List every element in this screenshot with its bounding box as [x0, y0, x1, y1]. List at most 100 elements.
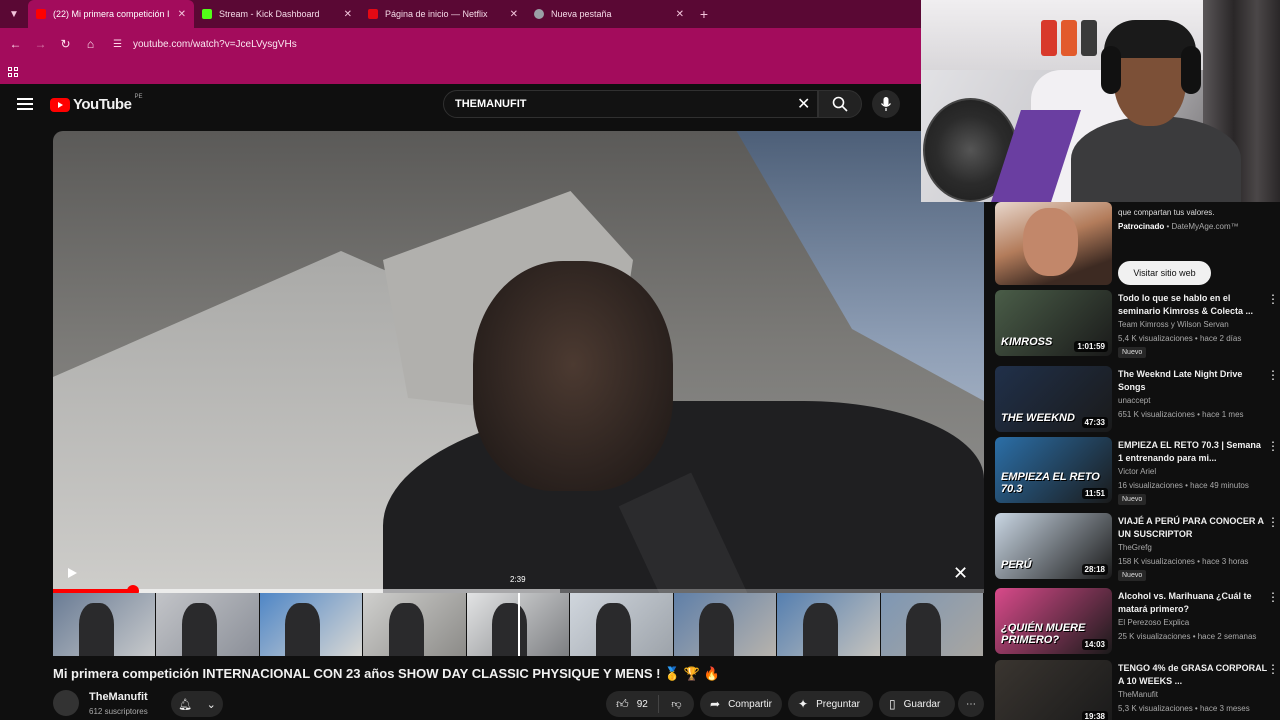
- site-settings-icon[interactable]: ☰: [113, 39, 133, 50]
- recommendation-item[interactable]: THE WEEKND 47:33 The Weeknd Late Night Dri…: [995, 366, 1280, 432]
- close-tab-icon[interactable]: ✕: [676, 9, 684, 20]
- sparkle-icon: ✦: [798, 697, 809, 711]
- more-vertical-icon[interactable]: ⋮: [1267, 368, 1279, 382]
- share-button[interactable]: ➦ Compartir: [700, 691, 782, 717]
- recommendation-meta: 651 K visualizaciones • hace 1 mes: [1118, 410, 1244, 419]
- recommendation-thumbnail[interactable]: PERÚ 28:18: [995, 513, 1112, 579]
- more-vertical-icon[interactable]: ⋮: [1267, 662, 1279, 676]
- webcam-headphone-right: [1181, 46, 1201, 94]
- save-label: Guardar: [903, 698, 941, 710]
- recommendation-channel[interactable]: TheGrefg: [1118, 543, 1152, 552]
- recommendation-item[interactable]: 19:38 TENGO 4% de GRASA CORPORAL A 10 WEE…: [995, 660, 1280, 720]
- new-tab-button[interactable]: +: [692, 6, 716, 22]
- channel-name[interactable]: TheManufit: [89, 691, 148, 703]
- recommendation-title[interactable]: Todo lo que se hablo en el seminario Kim…: [1118, 292, 1268, 318]
- home-icon[interactable]: ⌂: [78, 37, 103, 51]
- visit-site-button[interactable]: Visitar sitio web: [1118, 261, 1211, 285]
- webcam-streamer-body: [1071, 116, 1241, 202]
- back-arrow-icon[interactable]: ←: [3, 37, 28, 51]
- voice-search-button[interactable]: [872, 90, 900, 118]
- ask-button[interactable]: ✦ Preguntar: [788, 691, 873, 717]
- tab-title: Nueva pestaña: [551, 9, 612, 19]
- recommendation-title[interactable]: Alcohol vs. Marihuana ¿Cuál te matará pr…: [1118, 590, 1268, 616]
- logo-text: YouTube: [73, 96, 132, 113]
- close-tab-icon[interactable]: ✕: [178, 9, 186, 20]
- new-badge: Nuevo: [1118, 347, 1147, 358]
- more-vertical-icon[interactable]: ⋮: [1267, 515, 1279, 529]
- ad-sponsor: Patrocinado • DateMyAge.com™: [1118, 222, 1239, 231]
- recommendation-item[interactable]: PERÚ 28:18 VIAJÉ A PERÚ PARA CONOCER A UN …: [995, 513, 1280, 581]
- channel-avatar[interactable]: [53, 690, 79, 716]
- ad-thumbnail[interactable]: [995, 202, 1112, 285]
- close-tab-icon[interactable]: ✕: [510, 9, 518, 20]
- recommendation-thumbnail[interactable]: THE WEEKND 47:33: [995, 366, 1112, 432]
- video-player[interactable]: ✕ 2:39: [53, 131, 984, 656]
- tab-youtube[interactable]: (22) Mi primera competición I ✕: [28, 0, 194, 28]
- duration-badge: 47:33: [1081, 417, 1108, 428]
- save-button[interactable]: ▯ Guardar: [879, 691, 955, 717]
- search-button[interactable]: [818, 90, 862, 118]
- chevron-down-icon: ⌄: [206, 698, 216, 711]
- seek-thumbnail[interactable]: [777, 593, 881, 656]
- recommendation-title[interactable]: The Weeknd Late Night Drive Songs: [1118, 368, 1268, 394]
- recommendation-channel[interactable]: Victor Ariel: [1118, 467, 1156, 476]
- recommendation-channel[interactable]: Team Kimross y Wilson Servan: [1118, 320, 1229, 329]
- search-input[interactable]: THEMANUFIT: [443, 90, 818, 118]
- recommendation-thumbnail[interactable]: KIMROSS 1:01:59: [995, 290, 1112, 356]
- recommendation-title[interactable]: VIAJÉ A PERÚ PARA CONOCER A UN SUSCRIPTO…: [1118, 515, 1268, 541]
- recommendation-item[interactable]: KIMROSS 1:01:59 Todo lo que se hablo en el…: [995, 290, 1280, 358]
- play-icon[interactable]: [68, 568, 77, 578]
- seek-thumbnail[interactable]: [156, 593, 260, 656]
- recommendation-title[interactable]: TENGO 4% de GRASA CORPORAL A 10 WEEKS ..…: [1118, 662, 1268, 688]
- recommendation-channel[interactable]: El Perezoso Explica: [1118, 618, 1189, 627]
- close-preview-icon[interactable]: ✕: [953, 563, 968, 584]
- thumbnail-caption: KIMROSS: [1001, 336, 1053, 348]
- address-bar[interactable]: ☰ youtube.com/watch?v=JceLVysgVHs: [113, 32, 903, 56]
- recommendation-item[interactable]: ¿QUIÉN MUERE PRIMERO? 14:03 Alcohol vs. Ma…: [995, 588, 1280, 654]
- recommendation-thumbnail[interactable]: EMPIEZA EL RETO 70.3 11:51: [995, 437, 1112, 503]
- netflix-favicon-icon: [368, 9, 378, 19]
- bookmarks-bar: [0, 60, 921, 84]
- seek-thumbnail[interactable]: [570, 593, 674, 656]
- thumbnail-caption: PERÚ: [1001, 559, 1032, 571]
- subscriber-count: 612 suscriptores: [89, 707, 148, 716]
- recommendation-channel[interactable]: TheManufit: [1118, 690, 1158, 699]
- seek-position-marker: [518, 593, 520, 656]
- more-vertical-icon[interactable]: ⋮: [1267, 292, 1279, 306]
- share-label: Compartir: [728, 698, 772, 710]
- seek-thumbnail[interactable]: [53, 593, 157, 656]
- apps-grid-icon[interactable]: [8, 66, 19, 78]
- recommendation-thumbnail[interactable]: ¿QUIÉN MUERE PRIMERO? 14:03: [995, 588, 1112, 654]
- new-badge: Nuevo: [1118, 494, 1147, 505]
- tab-new[interactable]: Nueva pestaña ✕: [526, 0, 692, 28]
- webcam-shelf-item: [1081, 20, 1097, 56]
- seek-thumbnail[interactable]: [880, 593, 984, 656]
- forward-arrow-icon[interactable]: →: [28, 37, 53, 51]
- notifications-button[interactable]: 🔔︎ ⌄: [171, 691, 223, 717]
- youtube-logo[interactable]: YouTube PE: [50, 94, 142, 113]
- more-vertical-icon[interactable]: ⋮: [1267, 590, 1279, 604]
- more-actions-button[interactable]: ⋯: [958, 691, 984, 717]
- like-dislike-group: 👍︎ 92 👎︎: [606, 691, 694, 717]
- more-vertical-icon[interactable]: ⋮: [1267, 439, 1279, 453]
- search-icon: [832, 96, 848, 112]
- close-tab-icon[interactable]: ✕: [344, 9, 352, 20]
- recommendation-thumbnail[interactable]: 19:38: [995, 660, 1112, 720]
- seek-thumbnail[interactable]: [363, 593, 467, 656]
- clear-search-icon[interactable]: ✕: [797, 94, 810, 114]
- tab-kick[interactable]: Stream - Kick Dashboard ✕: [194, 0, 360, 28]
- seek-thumbnail[interactable]: [673, 593, 778, 656]
- dislike-button[interactable]: 👎︎: [659, 698, 694, 710]
- sponsored-ad-card[interactable]: que compartan tus valores. Patrocinado •…: [995, 202, 1280, 287]
- recommendation-title[interactable]: EMPIEZA EL RETO 70.3 | Semana 1 entrenan…: [1118, 439, 1268, 465]
- recommendation-channel[interactable]: unaccept: [1118, 396, 1150, 405]
- like-button[interactable]: 👍︎ 92: [606, 695, 659, 713]
- tab-netflix[interactable]: Página de inicio — Netflix ✕: [360, 0, 526, 28]
- seek-thumbnail[interactable]: [259, 593, 364, 656]
- tab-search-chevron-icon[interactable]: ▼: [0, 0, 28, 28]
- reload-icon[interactable]: ↻: [53, 37, 78, 51]
- menu-icon[interactable]: [17, 98, 33, 110]
- preview-timestamp: 2:39: [510, 575, 526, 584]
- ask-label: Preguntar: [816, 698, 860, 710]
- recommendation-item[interactable]: EMPIEZA EL RETO 70.3 11:51 EMPIEZA EL RETO…: [995, 437, 1280, 505]
